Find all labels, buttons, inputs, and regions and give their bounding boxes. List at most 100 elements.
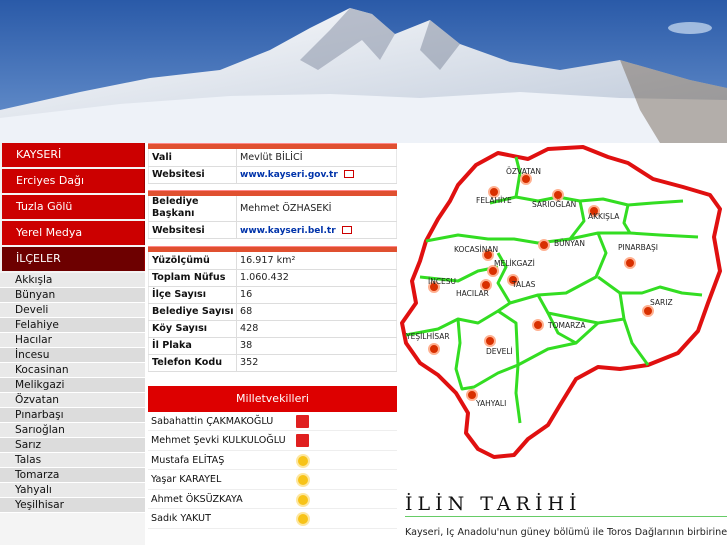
- governor-table: Vali Mevlüt BİLİCİ Websitesi www.kayseri…: [148, 149, 397, 184]
- stat-value: 38: [236, 337, 397, 355]
- district-map-label[interactable]: BÜNYAN: [554, 239, 585, 248]
- district-marker[interactable]: [624, 257, 636, 269]
- district-item[interactable]: Sarız: [0, 438, 145, 453]
- district-marker[interactable]: [642, 305, 654, 317]
- district-item[interactable]: Hacılar: [0, 333, 145, 348]
- district-item[interactable]: Tomarza: [0, 468, 145, 483]
- header-banner: [0, 0, 727, 143]
- district-item[interactable]: Yeşilhisar: [0, 498, 145, 513]
- district-item[interactable]: Develi: [0, 303, 145, 318]
- mountain-image: [0, 0, 727, 143]
- stat-label: Toplam Nüfus: [148, 269, 237, 287]
- nav-erciyes[interactable]: Erciyes Dağı: [0, 169, 145, 193]
- akp-logo-icon: [298, 455, 308, 466]
- district-marker[interactable]: [538, 239, 550, 251]
- mayor-website-link[interactable]: www.kayseri.bel.tr: [240, 226, 336, 236]
- akp-logo-icon: [298, 514, 308, 524]
- district-map[interactable]: ÖZVATAN FELAHİYE SARIOĞLAN AKKIŞLA KOCASİNAN…: [398, 143, 727, 483]
- district-map-label[interactable]: TALAS: [511, 280, 536, 289]
- mayor-name: Mehmet ÖZHASEKİ: [236, 195, 397, 222]
- district-item[interactable]: Pınarbaşı: [0, 408, 145, 423]
- district-map-label[interactable]: FELAHİYE: [476, 196, 512, 205]
- governor-label: Vali: [148, 149, 237, 167]
- district-map-label[interactable]: TOMARZA: [547, 321, 586, 330]
- mp-section-title: Milletvekilleri: [148, 385, 397, 412]
- district-map-label[interactable]: ÖZVATAN: [506, 167, 541, 176]
- governor-website-link[interactable]: www.kayseri.gov.tr: [240, 170, 338, 180]
- district-map-label[interactable]: DEVELİ: [486, 347, 513, 356]
- district-item[interactable]: Talas: [0, 453, 145, 468]
- district-marker[interactable]: [428, 343, 440, 355]
- nav-ilceler[interactable]: İLÇELER: [0, 247, 145, 271]
- district-list: Akkışla Bünyan Develi Felahiye Hacılar İ…: [0, 273, 145, 513]
- stat-label: Köy Sayısı: [148, 320, 237, 338]
- district-item[interactable]: Melikgazi: [0, 378, 145, 393]
- district-map-label[interactable]: MELİKGAZİ: [494, 259, 535, 268]
- history-text: Kayseri, İç Anadolu'nun güney bölümü ile…: [405, 527, 727, 538]
- mp-name: Ahmet ÖKSÜZKAYA: [151, 493, 243, 505]
- stat-label: Yüzölçümü: [148, 252, 237, 270]
- akp-logo-icon: [298, 494, 308, 505]
- stat-label: Belediye Sayısı: [148, 303, 237, 321]
- nav-kayseri[interactable]: KAYSERİ: [0, 143, 145, 167]
- district-marker[interactable]: [552, 189, 564, 201]
- mp-row[interactable]: Mehmet Şevki KULKULOĞLU: [148, 431, 397, 451]
- district-item[interactable]: Felahiye: [0, 318, 145, 333]
- stat-label: Telefon Kodu: [148, 354, 237, 372]
- district-map-label[interactable]: YAHYALI: [475, 399, 506, 408]
- district-marker[interactable]: [532, 319, 544, 331]
- history-divider: [405, 516, 727, 517]
- mp-name: Sabahattin ÇAKMAKOĞLU: [151, 415, 274, 427]
- stat-value: 1.060.432: [236, 269, 397, 287]
- district-map-label[interactable]: SARIOĞLAN: [532, 200, 576, 209]
- mp-name: Mehmet Şevki KULKULOĞLU: [151, 435, 286, 446]
- district-map-label[interactable]: SARIZ: [650, 298, 673, 307]
- external-link-icon[interactable]: [341, 225, 352, 234]
- stat-value: 16.917 km²: [236, 252, 397, 270]
- kayseri-map-svg: ÖZVATAN FELAHİYE SARIOĞLAN AKKIŞLA KOCASİNAN…: [400, 145, 722, 459]
- mp-row[interactable]: Sabahattin ÇAKMAKOĞLU: [148, 411, 397, 431]
- district-item[interactable]: Sarıoğlan: [0, 423, 145, 438]
- district-map-label[interactable]: AKKIŞLA: [588, 212, 620, 221]
- mp-name: Yaşar KARAYEL: [151, 474, 222, 485]
- stat-label: İlçe Sayısı: [148, 286, 237, 304]
- district-item[interactable]: Akkışla: [0, 273, 145, 288]
- district-marker[interactable]: [484, 335, 496, 347]
- governor-web-label: Websitesi: [148, 166, 237, 184]
- nav-yerel-medya[interactable]: Yerel Medya: [0, 221, 145, 245]
- district-item[interactable]: Kocasinan: [0, 363, 145, 378]
- stat-label: İl Plaka: [148, 337, 237, 355]
- history-title: İLİN TARİHİ: [405, 493, 582, 515]
- mp-row[interactable]: Sadık YAKUT: [148, 509, 397, 529]
- district-item[interactable]: Bünyan: [0, 288, 145, 303]
- mp-name: Sadık YAKUT: [151, 513, 211, 524]
- district-map-label[interactable]: YEŞİLHİSAR: [405, 332, 450, 341]
- stat-value: 428: [236, 320, 397, 338]
- district-item[interactable]: Yahyalı: [0, 483, 145, 498]
- mp-row[interactable]: Yaşar KARAYEL: [148, 470, 397, 490]
- mhp-logo-icon: [296, 414, 309, 428]
- info-panel: Vali Mevlüt BİLİCİ Websitesi www.kayseri…: [148, 143, 397, 529]
- district-map-label[interactable]: İNCESU: [428, 277, 456, 286]
- mayor-label: Belediye Başkanı: [148, 195, 237, 222]
- stat-value: 16: [236, 286, 397, 304]
- district-map-label[interactable]: PINARBAŞI: [618, 243, 658, 252]
- mayor-table: Belediye Başkanı Mehmet ÖZHASEKİ Website…: [148, 195, 397, 239]
- mp-row[interactable]: Mustafa ELİTAŞ: [148, 450, 397, 470]
- chp-logo-icon: [296, 434, 309, 447]
- district-map-label[interactable]: KOCASİNAN: [454, 245, 498, 254]
- nav-tuzla[interactable]: Tuzla Gölü: [0, 195, 145, 219]
- stat-value: 352: [236, 354, 397, 372]
- district-map-label[interactable]: HACILAR: [456, 289, 489, 298]
- mayor-web-label: Websitesi: [148, 221, 237, 239]
- stat-value: 68: [236, 303, 397, 321]
- stats-table: Yüzölçümü 16.917 km² Toplam Nüfus 1.060.43…: [148, 252, 397, 372]
- external-link-icon[interactable]: [343, 170, 354, 178]
- mp-name: Mustafa ELİTAŞ: [151, 454, 225, 466]
- akp-logo-icon: [298, 475, 308, 485]
- mp-row[interactable]: Ahmet ÖKSÜZKAYA: [148, 489, 397, 509]
- district-item[interactable]: İncesu: [0, 348, 145, 363]
- governor-name: Mevlüt BİLİCİ: [236, 149, 397, 167]
- district-item[interactable]: Özvatan: [0, 393, 145, 408]
